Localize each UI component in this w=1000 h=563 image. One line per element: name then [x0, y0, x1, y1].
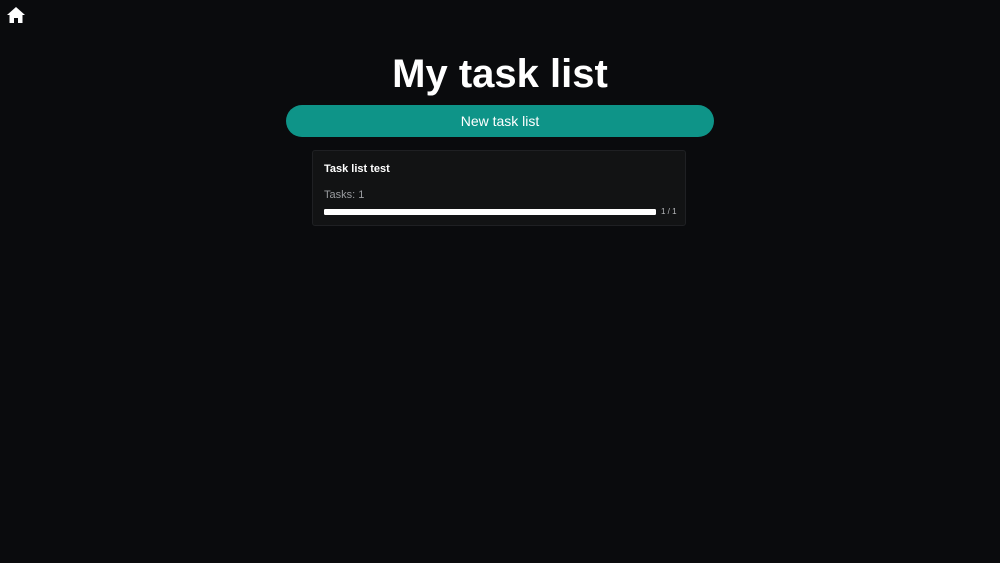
progress-bar-fill: [324, 209, 656, 215]
task-count: Tasks: 1: [324, 189, 365, 201]
page-title: My task list: [392, 52, 608, 96]
task-list-title: Task list test: [324, 163, 390, 175]
progress-bar: [324, 209, 656, 215]
progress-text: 1 / 1: [661, 207, 677, 216]
new-task-list-button[interactable]: New task list: [286, 105, 714, 137]
home-button[interactable]: [6, 6, 26, 24]
home-icon: [6, 6, 26, 24]
task-list-card[interactable]: Task list test Tasks: 1 1 / 1: [312, 150, 686, 226]
